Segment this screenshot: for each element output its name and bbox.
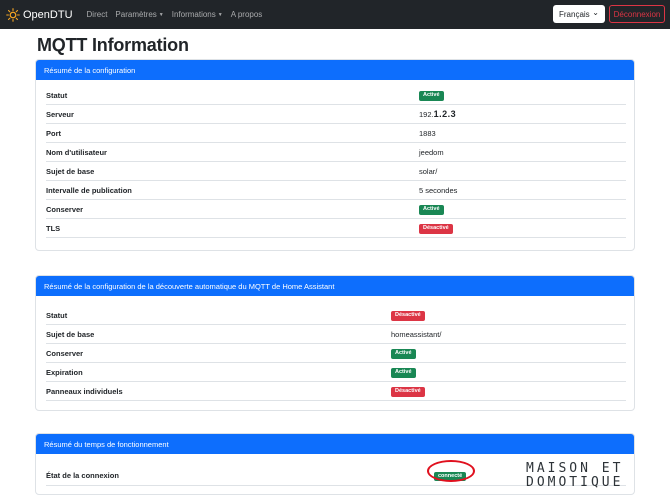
ha-discovery-card: Résumé de la configuration de la découve… [35,275,635,411]
server-value-plain: 192. [419,110,434,119]
table-row: Conserver Activé [46,200,626,219]
brand-name: OpenDTU [23,8,73,21]
row-label: Statut [46,310,68,320]
table-row: Sujet de base solar/ [46,162,626,181]
status-badge-holder: Activé [419,89,444,101]
nav-link-direct[interactable]: Direct [87,10,108,19]
server-value: 192.1.2.3 [419,109,456,119]
status-badge: Activé [419,91,444,101]
table-row: Intervalle de publication 5 secondes [46,181,626,200]
language-select[interactable]: Français ⌄ [553,5,605,23]
chevron-down-icon: ⌄ [592,8,599,17]
nav-link-label: Direct [86,10,108,19]
tls-badge-holder: Désactivé [419,222,453,234]
sun-logo-icon [6,7,20,22]
row-label: État de la connexion [46,471,119,480]
table-row: TLS Désactivé [46,219,626,238]
retain-badge-holder: Activé [419,203,444,215]
navbar: OpenDTU Direct Paramètres ▼ Informations ▼… [0,0,670,29]
expire-badge: Activé [391,368,416,378]
card-header: Résumé de la configuration de la découve… [36,276,634,296]
expire-badge-holder: Activé [391,366,416,378]
table-row: Sujet de base homeassistant/ [46,325,626,344]
watermark-line-2: DOMOTIQUE [526,475,624,490]
nav-link-parametres[interactable]: Paramètres ▼ [115,10,163,19]
watermark-line-1: MAISON ET [526,461,624,476]
watermark-logo: MAISON ET DOMOTIQUE [526,462,666,496]
retain-badge: Activé [391,349,416,359]
logout-button[interactable]: Déconnexion [609,5,665,23]
caret-down-icon: ▼ [217,12,223,18]
row-label: TLS [46,223,61,233]
row-label: Sujet de base [46,166,95,176]
publish-interval-value: 5 secondes [419,185,458,195]
table-row: Expiration Activé [46,363,626,382]
base-topic-value: homeassistant/ [391,329,442,339]
table-row: Nom d'utilisateur jeedom [46,143,626,162]
status-badge: Désactivé [391,311,425,321]
row-label: Sujet de base [46,329,95,339]
row-label: Conserver [46,204,84,214]
individual-panels-badge: Désactivé [391,387,425,397]
table-row: Statut Désactivé [46,306,626,325]
caret-down-icon: ▼ [158,12,164,18]
brand[interactable]: OpenDTU [6,7,73,22]
table-row: Statut Activé [46,86,626,105]
language-select-value: Français [559,9,590,19]
highlight-circle [427,460,475,482]
nav-link-label: Informations [171,10,216,19]
base-topic-value: solar/ [419,166,438,176]
nav-link-a-propos[interactable]: A propos [231,10,263,19]
row-label: Statut [46,90,68,100]
card-header: Résumé du temps de fonctionnement [36,434,634,454]
username-value: jeedom [419,147,444,157]
retain-badge: Activé [419,205,444,215]
row-label: Serveur [46,109,74,119]
nav-link-label: Paramètres [115,10,157,19]
row-label: Intervalle de publication [46,185,132,195]
retain-badge-holder: Activé [391,347,416,359]
individual-panels-badge-holder: Désactivé [391,385,425,397]
page-title: MQTT Information [37,35,189,55]
port-value: 1883 [419,128,436,138]
row-label: Panneaux individuels [46,386,123,396]
table-row: Panneaux individuels Désactivé [46,382,626,401]
tls-badge: Désactivé [419,224,453,234]
nav-link-informations[interactable]: Informations ▼ [172,10,223,19]
table-row: Port 1883 [46,124,626,143]
logout-button-label: Déconnexion [613,9,661,19]
config-summary-card: Résumé de la configuration Statut Activé… [35,59,635,251]
row-label: Port [46,128,61,138]
server-value-masked: 1.2.3 [433,109,457,119]
nav-link-label: A propos [230,10,263,19]
row-label: Expiration [46,367,83,377]
row-label: Nom d'utilisateur [46,147,107,157]
row-label: Conserver [46,348,84,358]
table-row: Conserver Activé [46,344,626,363]
status-badge-holder: Désactivé [391,309,425,321]
card-header: Résumé de la configuration [36,60,634,80]
table-row: Serveur 192.1.2.3 [46,105,626,124]
